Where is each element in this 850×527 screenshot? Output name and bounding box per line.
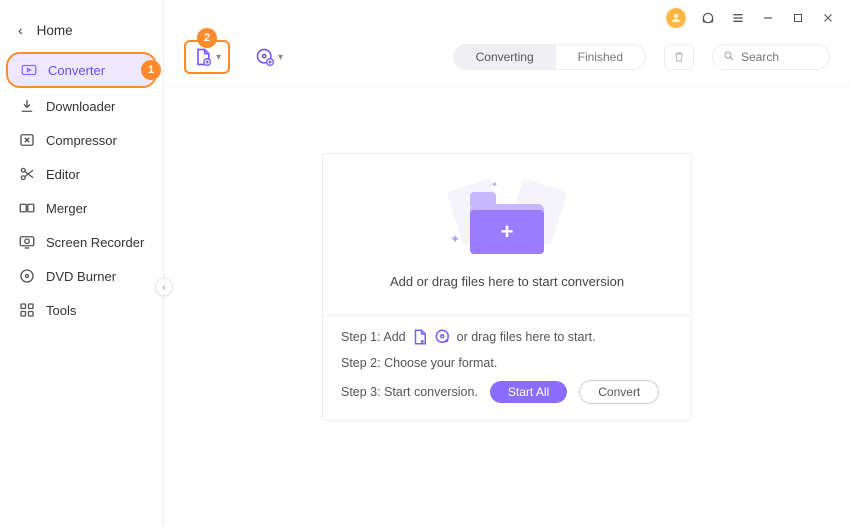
- tab-converting[interactable]: Converting: [454, 45, 556, 69]
- file-plus-icon: [193, 47, 213, 67]
- toolbar: 2 ▾ ▾ Converting Finished: [164, 34, 850, 86]
- sidebar-item-label: Converter: [48, 63, 105, 78]
- main-area: 2 ▾ ▾ Converting Finished: [164, 0, 850, 527]
- add-disc-button[interactable]: ▾: [248, 42, 290, 72]
- search-box[interactable]: [712, 44, 830, 70]
- sidebar-item-label: Screen Recorder: [46, 235, 144, 250]
- sidebar-nav: Converter 1 Downloader Compressor Edito: [0, 52, 163, 326]
- home-label: Home: [37, 23, 73, 38]
- chevron-down-icon: ▾: [278, 52, 283, 63]
- close-button[interactable]: [820, 10, 836, 26]
- step-3-row: Step 3: Start conversion. Start All Conv…: [341, 380, 673, 404]
- content-area: + ✦ ✦ Add or drag files here to start co…: [164, 86, 850, 527]
- merge-icon: [18, 199, 36, 217]
- sidebar-item-tools[interactable]: Tools: [6, 294, 157, 326]
- disc-plus-icon: [255, 47, 275, 67]
- sidebar-item-dvd-burner[interactable]: DVD Burner: [6, 260, 157, 292]
- step-3: Step 3: Start conversion.: [341, 385, 478, 399]
- convert-button[interactable]: Convert: [579, 380, 659, 404]
- sidebar-item-label: Downloader: [46, 99, 115, 114]
- sidebar-item-screen-recorder[interactable]: Screen Recorder: [6, 226, 157, 258]
- steps: Step 1: Add or drag files here to start.…: [323, 315, 691, 420]
- record-icon: [18, 233, 36, 251]
- folder-icon: + ✦ ✦: [452, 176, 562, 254]
- step-1: Step 1: Add or drag files here to start.: [341, 328, 673, 346]
- sidebar-item-label: Editor: [46, 167, 80, 182]
- window-titlebar: [164, 2, 850, 34]
- start-all-button[interactable]: Start All: [490, 381, 567, 403]
- search-icon: [723, 50, 735, 65]
- chevron-down-icon: ▾: [216, 52, 221, 63]
- sidebar-collapse-handle[interactable]: ‹: [155, 278, 173, 296]
- sidebar: ‹ Home Converter 1 Downloader: [0, 0, 164, 527]
- sidebar-item-label: Tools: [46, 303, 76, 318]
- user-avatar-icon[interactable]: [666, 8, 686, 28]
- minimize-button[interactable]: [760, 10, 776, 26]
- sidebar-item-label: Compressor: [46, 133, 117, 148]
- download-icon: [18, 97, 36, 115]
- step1-prefix: Step 1: Add: [341, 330, 406, 344]
- compress-icon: [18, 131, 36, 149]
- trash-icon: [672, 50, 686, 64]
- scissors-icon: [18, 165, 36, 183]
- clear-list-button[interactable]: [664, 44, 694, 70]
- support-icon[interactable]: [700, 10, 716, 26]
- step1-suffix: or drag files here to start.: [457, 330, 596, 344]
- grid-icon: [18, 301, 36, 319]
- disc-icon: [18, 267, 36, 285]
- home-link[interactable]: ‹ Home: [0, 12, 163, 52]
- drop-headline: Add or drag files here to start conversi…: [390, 274, 624, 289]
- chevron-left-icon: ‹: [18, 22, 23, 38]
- sidebar-item-merger[interactable]: Merger: [6, 192, 157, 224]
- search-input[interactable]: [741, 50, 819, 64]
- sidebar-item-editor[interactable]: Editor: [6, 158, 157, 190]
- sidebar-item-label: DVD Burner: [46, 269, 116, 284]
- file-plus-icon[interactable]: [411, 328, 429, 346]
- sidebar-item-downloader[interactable]: Downloader: [6, 90, 157, 122]
- step-2: Step 2: Choose your format.: [341, 356, 673, 370]
- callout-badge-2: 2: [197, 28, 217, 48]
- menu-icon[interactable]: [730, 10, 746, 26]
- sidebar-item-label: Merger: [46, 201, 87, 216]
- drop-zone[interactable]: + ✦ ✦ Add or drag files here to start co…: [323, 154, 691, 315]
- add-file-button[interactable]: 2 ▾: [184, 40, 230, 74]
- disc-plus-icon[interactable]: [434, 328, 452, 346]
- status-tabs: Converting Finished: [453, 44, 646, 70]
- sidebar-item-converter[interactable]: Converter 1: [6, 52, 157, 88]
- maximize-button[interactable]: [790, 10, 806, 26]
- callout-badge-1: 1: [141, 60, 161, 80]
- converter-icon: [20, 61, 38, 79]
- drop-card: + ✦ ✦ Add or drag files here to start co…: [322, 153, 692, 421]
- sidebar-item-compressor[interactable]: Compressor: [6, 124, 157, 156]
- tab-finished[interactable]: Finished: [556, 45, 645, 69]
